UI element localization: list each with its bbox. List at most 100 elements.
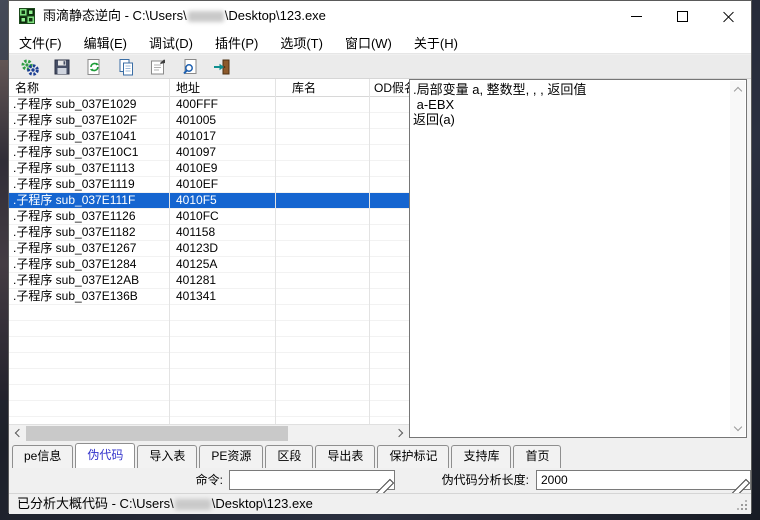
pseudocode-panel[interactable]: .局部变量 a, 整数型, , , 返回值 a-EBX返回(a) [409, 79, 747, 438]
column-divider [369, 79, 370, 424]
scroll-down-arrow-icon[interactable] [730, 420, 745, 436]
table-row[interactable] [9, 337, 409, 353]
row-name: .子程序 sub_037E1029 [13, 97, 136, 112]
table-row[interactable] [9, 369, 409, 385]
menu-item[interactable]: 插件(P) [215, 33, 258, 52]
scroll-left-arrow-icon[interactable] [9, 425, 26, 441]
row-name: .子程序 sub_037E12AB [13, 273, 139, 288]
table-row[interactable]: .子程序 sub_037E11134010E9 [9, 161, 409, 177]
desktop-background: 雨滴静态逆向 - C:\Users\\Desktop\123.exe 文件(F)… [0, 0, 760, 520]
horizontal-scrollbar[interactable] [9, 424, 409, 441]
table-row[interactable] [9, 385, 409, 401]
minimize-button[interactable] [613, 1, 659, 31]
row-name: .子程序 sub_037E1113 [13, 161, 135, 176]
row-address: 4010F5 [176, 193, 217, 208]
table-row[interactable] [9, 401, 409, 417]
row-address: 401017 [176, 129, 216, 144]
command-row: 命令: 伪代码分析长度: 2000 [9, 468, 751, 493]
table-row[interactable]: .子程序 sub_037E1029400FFF [9, 97, 409, 113]
row-name: .子程序 sub_037E1284 [13, 257, 136, 272]
redacted-username [175, 499, 211, 510]
menu-bar: 文件(F) 编辑(E) 调试(D) 插件(P) 选项(T) 窗口(W) 关于(H) [9, 31, 751, 54]
menu-item[interactable]: 编辑(E) [84, 33, 127, 52]
menu-item[interactable]: 关于(H) [414, 33, 458, 52]
search-doc-icon[interactable] [179, 56, 201, 78]
table-row[interactable]: .子程序 sub_037E1041401017 [9, 129, 409, 145]
tab-2[interactable]: 伪代码 [75, 443, 135, 468]
row-name: .子程序 sub_037E111F [13, 193, 135, 208]
command-label: 命令: [129, 468, 223, 493]
table-row[interactable]: .子程序 sub_037E102F401005 [9, 113, 409, 129]
scroll-up-arrow-icon[interactable] [730, 81, 745, 97]
table-row[interactable]: .子程序 sub_037E126740123D [9, 241, 409, 257]
app-icon [19, 8, 35, 24]
row-name: .子程序 sub_037E1267 [13, 241, 136, 256]
row-name: .子程序 sub_037E1119 [13, 177, 135, 192]
menu-item[interactable]: 选项(T) [280, 33, 323, 52]
status-bar: 已分析大概代码 - C:\Users\\Desktop\123.exe [9, 493, 751, 514]
window-title: 雨滴静态逆向 - C:\Users\\Desktop\123.exe [43, 1, 326, 31]
exit-door-icon[interactable] [211, 56, 233, 78]
subroutine-table: 名称 地址 库名 OD假名 .子程序 sub_037E1029400FFF.子程… [9, 79, 409, 441]
table-row[interactable] [9, 321, 409, 337]
vertical-scrollbar[interactable] [730, 81, 745, 436]
menu-item[interactable]: 调试(D) [149, 33, 193, 52]
tab-9[interactable]: 首页 [513, 445, 561, 468]
column-divider [169, 79, 170, 424]
table-row[interactable]: .子程序 sub_037E11264010FC [9, 209, 409, 225]
resize-grip[interactable] [737, 500, 747, 510]
row-address: 40125A [176, 257, 217, 272]
table-row[interactable]: .子程序 sub_037E136B401341 [9, 289, 409, 305]
row-address: 401158 [176, 225, 215, 240]
tab-5[interactable]: 区段 [265, 445, 313, 468]
column-header-name[interactable]: 名称 [15, 79, 39, 97]
app-window: 雨滴静态逆向 - C:\Users\\Desktop\123.exe 文件(F)… [8, 0, 752, 513]
menu-item[interactable]: 窗口(W) [345, 33, 392, 52]
toolbar [9, 55, 751, 79]
table-row[interactable] [9, 353, 409, 369]
row-address: 401281 [176, 273, 216, 288]
row-address: 401341 [176, 289, 216, 304]
command-combobox[interactable] [229, 470, 395, 490]
properties-doc-icon[interactable] [147, 56, 169, 78]
redacted-username [188, 11, 224, 22]
tab-1[interactable]: pe信息 [12, 445, 73, 468]
close-button[interactable] [705, 1, 751, 31]
menu-item[interactable]: 文件(F) [19, 33, 62, 52]
table-row[interactable]: .子程序 sub_037E1119 4010EF [9, 177, 409, 193]
row-address: 401005 [176, 113, 216, 128]
save-icon[interactable] [51, 56, 73, 78]
row-address: 4010EF [176, 177, 218, 192]
row-name: .子程序 sub_037E10C1 [13, 145, 138, 160]
table-row[interactable]: .子程序 sub_037E12AB 401281 [9, 273, 409, 289]
table-row[interactable]: .子程序 sub_037E111F 4010F5 [9, 193, 409, 209]
scroll-right-arrow-icon[interactable] [392, 425, 409, 441]
analysis-length-label: 伪代码分析长度: [423, 468, 529, 493]
table-row[interactable]: .子程序 sub_037E10C1401097 [9, 145, 409, 161]
code-line: .局部变量 a, 整数型, , , 返回值 [413, 82, 728, 97]
gears-icon[interactable] [19, 56, 41, 78]
tab-6[interactable]: 导出表 [315, 445, 375, 468]
table-row[interactable]: .子程序 sub_037E1284 40125A [9, 257, 409, 273]
tab-3[interactable]: 导入表 [137, 445, 197, 468]
tab-7[interactable]: 保护标记 [377, 445, 449, 468]
refresh-doc-icon[interactable] [83, 56, 105, 78]
tab-4[interactable]: PE资源 [199, 445, 263, 468]
column-divider [275, 79, 276, 424]
horizontal-scrollbar-thumb[interactable] [26, 426, 288, 441]
analysis-length-combobox[interactable]: 2000 [536, 470, 751, 490]
column-header-address[interactable]: 地址 [176, 79, 200, 97]
column-header-library[interactable]: 库名 [292, 79, 316, 97]
row-address: 4010FC [176, 209, 219, 224]
row-name: .子程序 sub_037E1182 [13, 225, 136, 240]
table-row[interactable] [9, 305, 409, 321]
copy-icon[interactable] [115, 56, 137, 78]
code-line: 返回(a) [413, 112, 728, 127]
title-bar[interactable]: 雨滴静态逆向 - C:\Users\\Desktop\123.exe [9, 1, 751, 31]
window-controls [613, 1, 751, 31]
maximize-icon [677, 11, 688, 22]
minimize-icon [631, 16, 642, 17]
tab-8[interactable]: 支持库 [451, 445, 511, 468]
table-row[interactable]: .子程序 sub_037E1182 401158 [9, 225, 409, 241]
maximize-button[interactable] [659, 1, 705, 31]
